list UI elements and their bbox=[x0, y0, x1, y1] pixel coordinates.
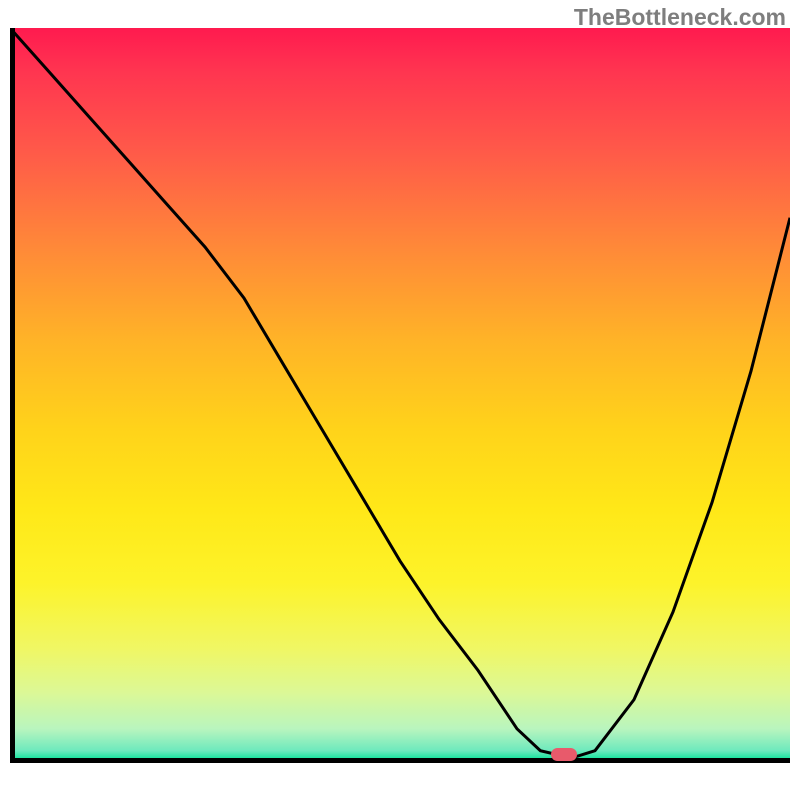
plot-area bbox=[10, 28, 790, 790]
bottleneck-marker bbox=[551, 748, 577, 761]
curve-svg bbox=[10, 28, 790, 790]
watermark-text: TheBottleneck.com bbox=[574, 4, 786, 31]
chart-container: TheBottleneck.com bbox=[0, 0, 800, 800]
curve-line bbox=[10, 28, 790, 758]
